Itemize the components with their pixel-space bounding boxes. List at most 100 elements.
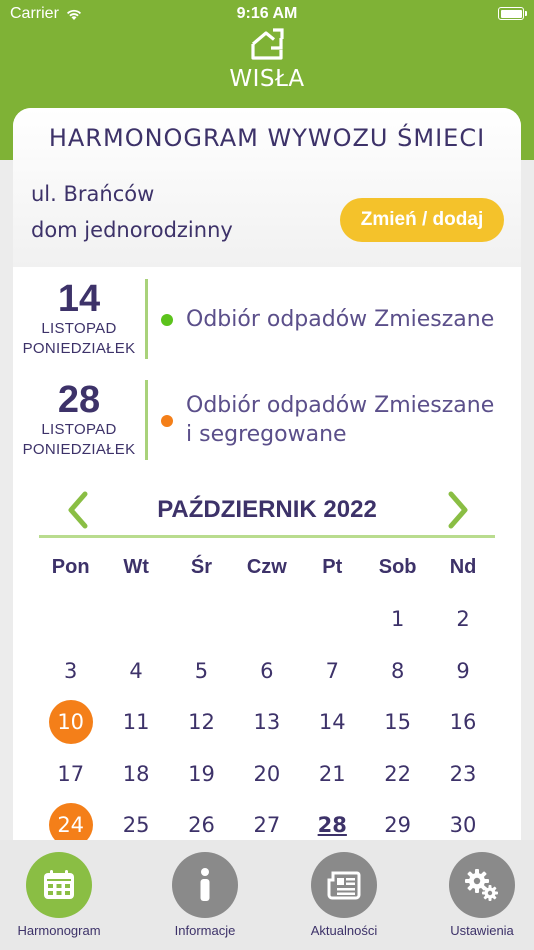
day-number: 15 [384,710,412,734]
page-title: HARMONOGRAM WYWOZU ŚMIECI [48,124,486,152]
calendar-empty-cell [234,596,299,642]
next-month-icon[interactable] [443,490,473,530]
day-number: 26 [188,813,215,837]
calendar-day[interactable]: 12 [169,699,234,745]
news-icon [327,871,361,900]
calendar-day[interactable]: 9 [430,648,495,694]
calendar-day[interactable]: 4 [103,648,168,694]
change-address-button[interactable]: Zmień / dodaj [340,198,504,242]
address-type: dom jednorodzinny [31,218,233,242]
tab-bar: Harmonogram Informacje Aktualności Ustaw… [0,840,534,950]
schedule-card: HARMONOGRAM WYWOZU ŚMIECI ul. Brańców do… [13,108,521,840]
calendar-day[interactable]: 15 [365,699,430,745]
tab-label: Harmonogram [17,923,101,938]
calendar-day[interactable]: 14 [300,699,365,745]
calendar-day[interactable]: 16 [430,699,495,745]
calendar-day[interactable]: 27 [234,802,299,840]
event-weekday: PONIEDZIAŁEK [22,441,136,458]
calendar-day[interactable]: 3 [38,648,103,694]
calendar-day[interactable]: 13 [234,699,299,745]
day-number: 13 [253,710,281,734]
calendar-day[interactable]: 21 [300,751,365,797]
day-number: 17 [57,762,85,786]
tab-label: Aktualności [310,923,378,938]
day-number: 4 [129,659,143,683]
calendar-day[interactable]: 7 [300,648,365,694]
day-number: 23 [449,762,477,786]
event-divider [145,279,148,359]
tab-label: Informacje [174,923,236,938]
calendar-day[interactable]: 18 [103,751,168,797]
weekday-label: Pon [51,556,90,578]
calendar-day[interactable]: 6 [234,648,299,694]
weekday-label: Wt [123,556,149,578]
calendar-day[interactable]: 28 [300,802,365,840]
status-time: 9:16 AM [236,5,298,22]
day-number: 8 [390,659,405,683]
event-dot-1 [161,415,173,427]
calendar-empty-cell [169,596,234,642]
battery-icon [498,7,527,20]
calendar-day[interactable]: 11 [103,699,168,745]
day-number: 6 [260,659,274,683]
event-day: 14 [57,278,101,320]
event-item[interactable]: 28 LISTOPAD PONIEDZIAŁEK Odbiór odpadów … [13,378,521,462]
app-logo: WISŁA [0,28,534,92]
calendar-empty-cell [38,596,103,642]
tab-informacje[interactable]: Informacje [145,852,265,938]
status-bar: Carrier 9:16 AM [0,0,534,30]
tab-aktualnosci[interactable]: Aktualności [284,852,404,938]
weekday-header: Pon Wt Śr Czw Pt Sob Nd [38,556,496,579]
day-number: 29 [384,813,412,837]
day-number: 9 [456,659,470,683]
calendar-day[interactable]: 2 [430,596,495,642]
tab-ustawienia[interactable]: Ustawienia [422,852,534,938]
home-arrow-icon [251,28,284,60]
day-number: 16 [449,710,477,734]
calendar-day[interactable]: 23 [430,751,495,797]
calendar-icon [44,870,74,899]
day-number: 1 [390,607,405,631]
gears-icon [465,869,498,901]
calendar-day[interactable]: 8 [365,648,430,694]
calendar-week: 17 18 19 20 21 22 23 [38,751,496,797]
calendar-day[interactable]: 29 [365,802,430,840]
event-weekday: PONIEDZIAŁEK [22,340,136,357]
event-item[interactable]: 14 LISTOPAD PONIEDZIAŁEK Odbiór odpadów … [13,277,521,361]
tab-icon-bg [311,852,377,918]
event-divider [145,380,148,460]
calendar-day[interactable]: 10 [38,699,103,745]
day-number: 20 [253,762,281,786]
event-text: Odbiór odpadów Zmieszane [186,307,495,332]
day-number: 11 [122,710,150,734]
calendar-day[interactable]: 1 [365,596,430,642]
calendar-week: 12 [38,596,496,642]
month-divider [39,535,495,538]
tab-icon-bg [449,852,515,918]
calendar-day[interactable]: 25 [103,802,168,840]
calendar-day[interactable]: 20 [234,751,299,797]
calendar-day[interactable]: 5 [169,648,234,694]
calendar-day[interactable]: 19 [169,751,234,797]
weekday-label: Pt [322,556,343,578]
day-number: 25 [122,813,150,837]
day-number: 3 [64,659,78,683]
weekday-label: Sob [378,556,417,578]
day-number: 21 [318,762,346,786]
calendar-day[interactable]: 24 [38,802,103,840]
calendar-empty-cell [103,596,168,642]
calendar-day[interactable]: 30 [430,802,495,840]
calendar-week: 10 11 12 13 14 15 16 [38,699,496,745]
day-number: 30 [449,813,477,837]
calendar-day[interactable]: 17 [38,751,103,797]
day-number: 5 [194,659,209,683]
calendar-day[interactable]: 22 [365,751,430,797]
calendar-day[interactable]: 26 [169,802,234,840]
tab-harmonogram[interactable]: Harmonogram [0,852,119,938]
tab-icon-bg [26,852,92,918]
event-date: 14 LISTOPAD PONIEDZIAŁEK [13,277,145,361]
event-day: 28 [57,379,101,421]
address-section: HARMONOGRAM WYWOZU ŚMIECI ul. Brańców do… [13,108,521,267]
address-street: ul. Brańców [31,182,155,206]
calendar-empty-cell [300,596,365,642]
